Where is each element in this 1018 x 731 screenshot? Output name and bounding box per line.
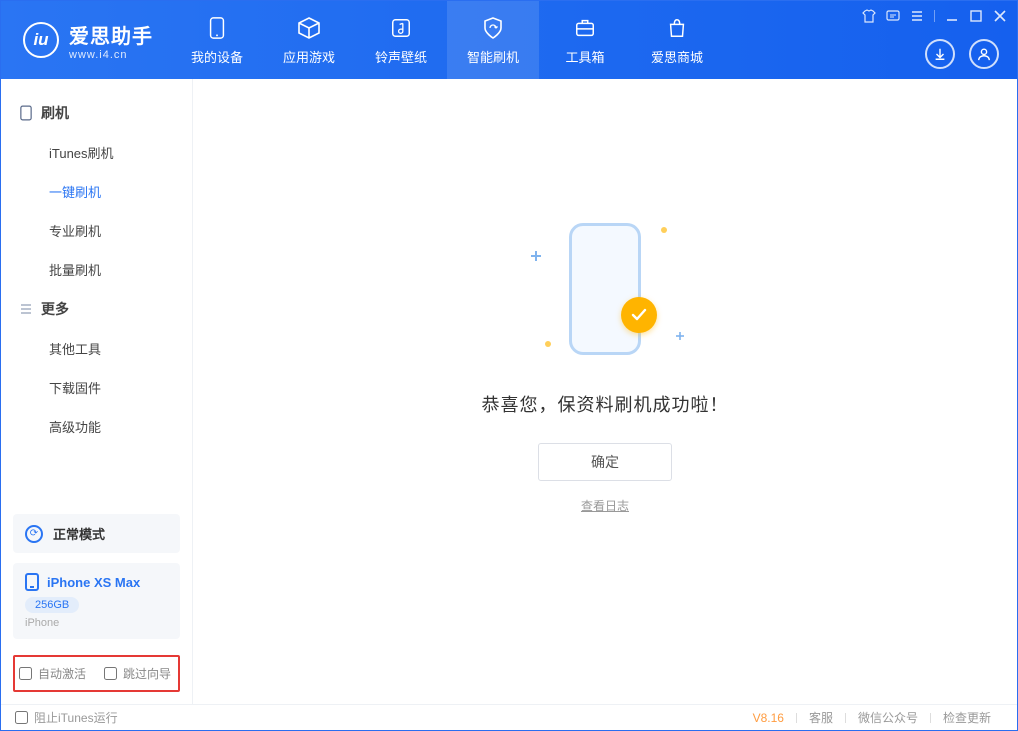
- app-subtitle: www.i4.cn: [69, 49, 153, 61]
- body: 刷机 iTunes刷机 一键刷机 专业刷机 批量刷机 更多 其他工具 下载固件 …: [1, 79, 1017, 704]
- device-icon: [25, 573, 39, 591]
- music-note-icon: [388, 15, 414, 41]
- close-button[interactable]: [993, 9, 1007, 23]
- auto-activate-checkbox[interactable]: 自动激活: [19, 665, 86, 682]
- phone-illustration: [569, 223, 641, 355]
- briefcase-icon: [572, 15, 598, 41]
- mode-label: 正常模式: [53, 524, 105, 543]
- nav-my-device[interactable]: 我的设备: [171, 1, 263, 79]
- sidebar-item-pro-flash[interactable]: 专业刷机: [1, 211, 192, 250]
- app-logo: iu 爱思助手 www.i4.cn: [1, 20, 171, 61]
- list-icon: [19, 302, 33, 316]
- header-bar: iu 爱思助手 www.i4.cn 我的设备 应用游戏 铃声壁纸 智能刷机 工具…: [1, 1, 1017, 79]
- sparkle-icon: [676, 332, 684, 340]
- header-action-circles: [925, 39, 999, 69]
- flash-options-highlight: 自动激活 跳过向导: [13, 655, 180, 692]
- user-button[interactable]: [969, 39, 999, 69]
- nav-toolbox[interactable]: 工具箱: [539, 1, 631, 79]
- block-itunes-label: 阻止iTunes运行: [34, 709, 118, 726]
- block-itunes-checkbox[interactable]: 阻止iTunes运行: [15, 709, 118, 726]
- footer-link-wechat[interactable]: 微信公众号: [846, 709, 930, 726]
- footer-link-support[interactable]: 客服: [797, 709, 845, 726]
- footer-bar: 阻止iTunes运行 V8.16 客服 微信公众号 检查更新: [1, 704, 1017, 730]
- sidebar-item-itunes-flash[interactable]: iTunes刷机: [1, 133, 192, 172]
- auto-activate-label: 自动激活: [38, 665, 86, 682]
- download-button[interactable]: [925, 39, 955, 69]
- nav-ringtone-wallpaper[interactable]: 铃声壁纸: [355, 1, 447, 79]
- sidebar-item-batch-flash[interactable]: 批量刷机: [1, 250, 192, 289]
- main-panel: 恭喜您，保资料刷机成功啦！ 确定 查看日志: [193, 79, 1017, 704]
- minimize-button[interactable]: [945, 9, 959, 23]
- nav-apps-games[interactable]: 应用游戏: [263, 1, 355, 79]
- cube-icon: [296, 15, 322, 41]
- ok-button[interactable]: 确定: [538, 443, 672, 481]
- skip-guide-label: 跳过向导: [123, 665, 171, 682]
- nav-label: 工具箱: [565, 47, 604, 66]
- sidebar-section-more: 更多: [1, 289, 192, 329]
- dot-decoration: [661, 227, 667, 233]
- app-title: 爱思助手: [69, 20, 153, 49]
- version-label: V8.16: [753, 711, 796, 725]
- menu-icon[interactable]: [910, 9, 924, 23]
- skip-guide-checkbox[interactable]: 跳过向导: [104, 665, 171, 682]
- nav-label: 我的设备: [191, 47, 243, 66]
- phone-icon: [204, 15, 230, 41]
- device-capacity: 256GB: [25, 597, 79, 613]
- skip-guide-input[interactable]: [104, 667, 117, 680]
- sidebar-item-advanced[interactable]: 高级功能: [1, 407, 192, 446]
- section-title: 刷机: [41, 103, 69, 123]
- nav-store[interactable]: 爱思商城: [631, 1, 723, 79]
- bag-icon: [664, 15, 690, 41]
- sidebar: 刷机 iTunes刷机 一键刷机 专业刷机 批量刷机 更多 其他工具 下载固件 …: [1, 79, 193, 704]
- block-itunes-input[interactable]: [15, 711, 28, 724]
- window-controls: [862, 9, 1007, 23]
- sync-icon: ⟳: [25, 525, 43, 543]
- shield-sync-icon: [480, 15, 506, 41]
- sidebar-item-onekey-flash[interactable]: 一键刷机: [1, 172, 192, 211]
- view-log-link[interactable]: 查看日志: [581, 497, 629, 514]
- tshirt-icon[interactable]: [862, 9, 876, 23]
- device-type: iPhone: [25, 617, 168, 629]
- nav-label: 应用游戏: [283, 47, 335, 66]
- mode-card[interactable]: ⟳ 正常模式: [13, 514, 180, 553]
- sparkle-icon: [531, 251, 541, 261]
- success-message: 恭喜您，保资料刷机成功啦！: [482, 391, 729, 417]
- feedback-icon[interactable]: [886, 9, 900, 23]
- nav-label: 爱思商城: [651, 47, 703, 66]
- nav-label: 铃声壁纸: [375, 47, 427, 66]
- maximize-button[interactable]: [969, 9, 983, 23]
- auto-activate-input[interactable]: [19, 667, 32, 680]
- sidebar-bottom: ⟳ 正常模式 iPhone XS Max 256GB iPhone 自动激活 跳: [1, 504, 192, 704]
- success-illustration: [525, 209, 685, 369]
- check-badge-icon: [621, 297, 657, 333]
- device-name: iPhone XS Max: [47, 575, 140, 590]
- phone-outline-icon: [19, 106, 33, 120]
- sidebar-section-flash: 刷机: [1, 93, 192, 133]
- nav-label: 智能刷机: [467, 47, 519, 66]
- nav-smart-flash[interactable]: 智能刷机: [447, 1, 539, 79]
- device-card[interactable]: iPhone XS Max 256GB iPhone: [13, 563, 180, 639]
- section-title: 更多: [41, 299, 69, 319]
- logo-icon: iu: [23, 22, 59, 58]
- top-nav: 我的设备 应用游戏 铃声壁纸 智能刷机 工具箱 爱思商城: [171, 1, 723, 79]
- sidebar-item-other-tools[interactable]: 其他工具: [1, 329, 192, 368]
- footer-link-update[interactable]: 检查更新: [931, 709, 1003, 726]
- dot-decoration: [545, 341, 551, 347]
- sidebar-item-download-firmware[interactable]: 下载固件: [1, 368, 192, 407]
